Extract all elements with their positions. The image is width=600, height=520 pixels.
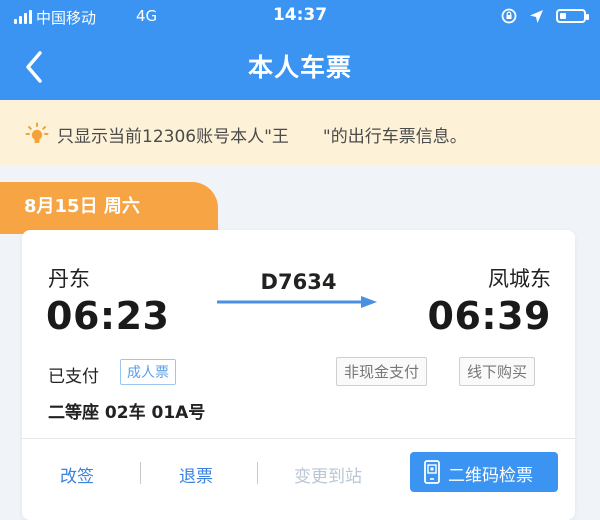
payment-method-tag: 非现金支付 (336, 357, 428, 386)
page-title: 本人车票 (247, 53, 352, 82)
payment-status: 已支付 (48, 367, 99, 387)
qr-check-in-label: 二维码检票 (448, 466, 533, 486)
change-destination-button[interactable]: 变更到站 (294, 462, 362, 487)
lightbulb-icon (25, 122, 49, 143)
status-bar: 中国移动 4G 14:37 (0, 0, 600, 34)
arrival-station: 凤城东 (488, 267, 551, 291)
purchase-channel-tag: 线下购买 (459, 357, 536, 386)
action-separator (257, 462, 258, 484)
action-separator (140, 462, 141, 484)
card-divider (22, 438, 575, 439)
ticket-card[interactable]: 丹东 06:23 D7634 凤城东 06:39 已支付 成人票 非现金支付 线… (22, 230, 575, 520)
arrival-time: 06:39 (427, 294, 551, 338)
seat-info: 二等座 02车 01A号 (48, 403, 206, 423)
battery-icon (556, 9, 589, 23)
route-arrow-icon (217, 296, 377, 308)
notice-text: 只显示当前12306账号本人"王 "的出行车票信息。 (57, 127, 467, 147)
date-tab: 8月15日 周六 (0, 182, 218, 234)
qr-check-in-button[interactable]: 二维码检票 (410, 452, 558, 492)
departure-time: 06:23 (46, 294, 170, 338)
phone-qr-icon (424, 460, 440, 484)
nav-bar: 本人车票 (0, 34, 600, 100)
notice-banner: 只显示当前12306账号本人"王 "的出行车票信息。 (0, 100, 600, 166)
location-icon (530, 9, 543, 23)
travel-date: 8月15日 周六 (24, 196, 140, 217)
header-bar: 中国移动 4G 14:37 本人车票 (0, 0, 600, 100)
rotation-lock-icon (501, 8, 517, 24)
refund-button[interactable]: 退票 (179, 462, 213, 487)
passenger-type-badge: 成人票 (120, 359, 176, 385)
change-ticket-button[interactable]: 改签 (60, 462, 94, 487)
